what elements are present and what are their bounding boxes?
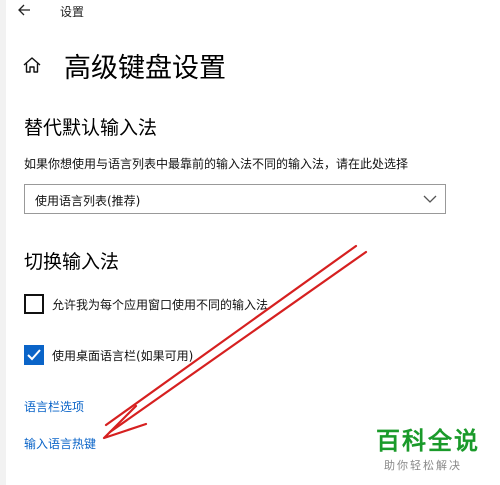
checkmark-icon bbox=[27, 349, 41, 361]
watermark-brand: 百科全说 bbox=[376, 427, 480, 455]
back-button[interactable] bbox=[16, 0, 32, 20]
chevron-down-icon bbox=[423, 195, 437, 203]
window-title: 设置 bbox=[60, 5, 85, 19]
page-title: 高级键盘设置 bbox=[64, 53, 226, 84]
desktop-language-bar-checkbox[interactable] bbox=[24, 345, 44, 365]
per-app-input-label: 允许我为每个应用窗口使用不同的输入法 bbox=[52, 298, 269, 312]
per-app-input-checkbox[interactable] bbox=[24, 294, 44, 314]
watermark: 百科全说 助你轻松解决 bbox=[376, 421, 496, 481]
input-method-dropdown[interactable]: 使用语言列表(推荐) bbox=[24, 184, 446, 214]
back-arrow-icon bbox=[18, 4, 30, 16]
override-description: 如果你想使用与语言列表中最靠前的输入法不同的输入法，请在此处选择 bbox=[24, 157, 409, 171]
watermark-slogan: 助你轻松解决 bbox=[384, 459, 462, 472]
title-bar: 设置 bbox=[0, 0, 500, 24]
desktop-language-bar-label: 使用桌面语言栏(如果可用) bbox=[52, 349, 194, 363]
override-section-title: 替代默认输入法 bbox=[24, 117, 158, 139]
left-edge-strip bbox=[0, 0, 6, 485]
switch-section-title: 切换输入法 bbox=[24, 251, 120, 273]
input-language-hotkeys-link[interactable]: 输入语言热键 bbox=[24, 435, 96, 452]
home-icon[interactable] bbox=[22, 55, 42, 75]
language-bar-options-link[interactable]: 语言栏选项 bbox=[24, 398, 84, 415]
dropdown-selected-value: 使用语言列表(推荐) bbox=[35, 194, 141, 208]
